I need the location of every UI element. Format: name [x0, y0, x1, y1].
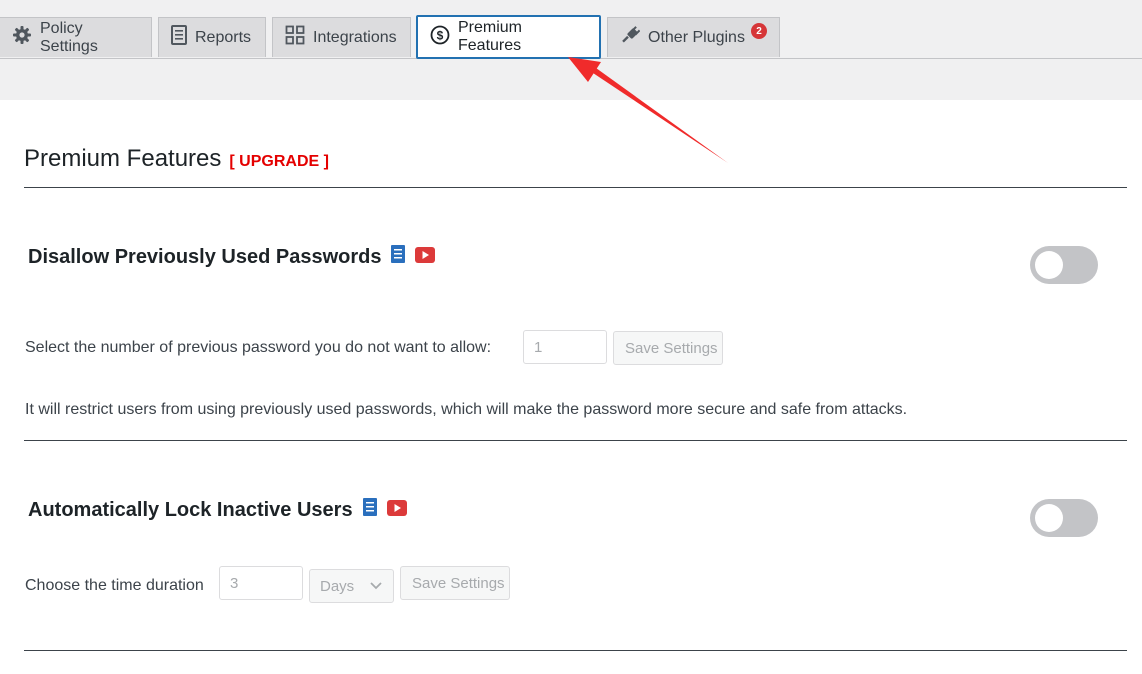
plug-icon	[620, 25, 641, 50]
divider	[24, 187, 1127, 188]
gear-icon	[12, 25, 32, 50]
divider	[24, 650, 1127, 651]
section-title-text: Disallow Previously Used Passwords	[28, 245, 382, 268]
section-title-text: Automatically Lock Inactive Users	[28, 498, 353, 521]
tab-integrations[interactable]: Integrations	[272, 17, 411, 57]
chevron-down-icon	[369, 578, 383, 595]
tab-label: Policy Settings	[40, 19, 98, 55]
lock-inactive-users-toggle[interactable]	[1030, 499, 1098, 537]
tab-other-plugins[interactable]: Other Plugins 2	[607, 17, 780, 57]
toggle-knob	[1035, 251, 1063, 279]
time-unit-selected: Days	[320, 577, 355, 595]
documentation-icon[interactable]	[362, 498, 377, 522]
grid-icon	[285, 25, 305, 50]
section-description: It will restrict users from using previo…	[25, 401, 908, 418]
tab-label: Other Plugins	[648, 28, 745, 46]
tab-reports[interactable]: Reports	[158, 17, 266, 57]
dollar-circle-icon: $	[430, 25, 450, 50]
svg-text:$: $	[437, 28, 444, 42]
section-title-disallow-passwords: Disallow Previously Used Passwords	[28, 245, 436, 269]
toggle-knob	[1035, 504, 1063, 532]
documentation-icon[interactable]	[391, 245, 406, 269]
section-title-lock-inactive-users: Automatically Lock Inactive Users	[28, 498, 407, 522]
page-title: Premium Features [ UPGRADE ]	[24, 145, 329, 173]
notification-badge: 2	[751, 23, 767, 39]
divider	[24, 440, 1127, 441]
page-title-text: Premium Features	[24, 145, 222, 172]
time-duration-label: Choose the time duration	[25, 577, 204, 594]
video-tutorial-icon[interactable]	[415, 246, 436, 269]
document-icon	[171, 25, 187, 50]
upgrade-link[interactable]: [ UPGRADE ]	[229, 153, 329, 171]
tab-label: Integrations	[313, 28, 397, 46]
save-settings-button[interactable]: Save Settings	[613, 331, 723, 365]
tab-policy-settings[interactable]: Policy Settings	[0, 17, 152, 57]
save-settings-button[interactable]: Save Settings	[400, 566, 510, 600]
video-tutorial-icon[interactable]	[386, 499, 407, 522]
tab-label: Reports	[195, 28, 252, 46]
disallow-passwords-toggle[interactable]	[1030, 246, 1098, 284]
previous-password-count-input[interactable]	[523, 330, 607, 364]
previous-password-count-label: Select the number of previous password y…	[25, 339, 492, 356]
time-unit-select[interactable]: Days	[309, 569, 394, 603]
tab-premium-features[interactable]: $ Premium Features	[416, 15, 601, 59]
time-duration-input[interactable]	[219, 566, 303, 600]
tab-label: Premium Features	[458, 19, 523, 54]
